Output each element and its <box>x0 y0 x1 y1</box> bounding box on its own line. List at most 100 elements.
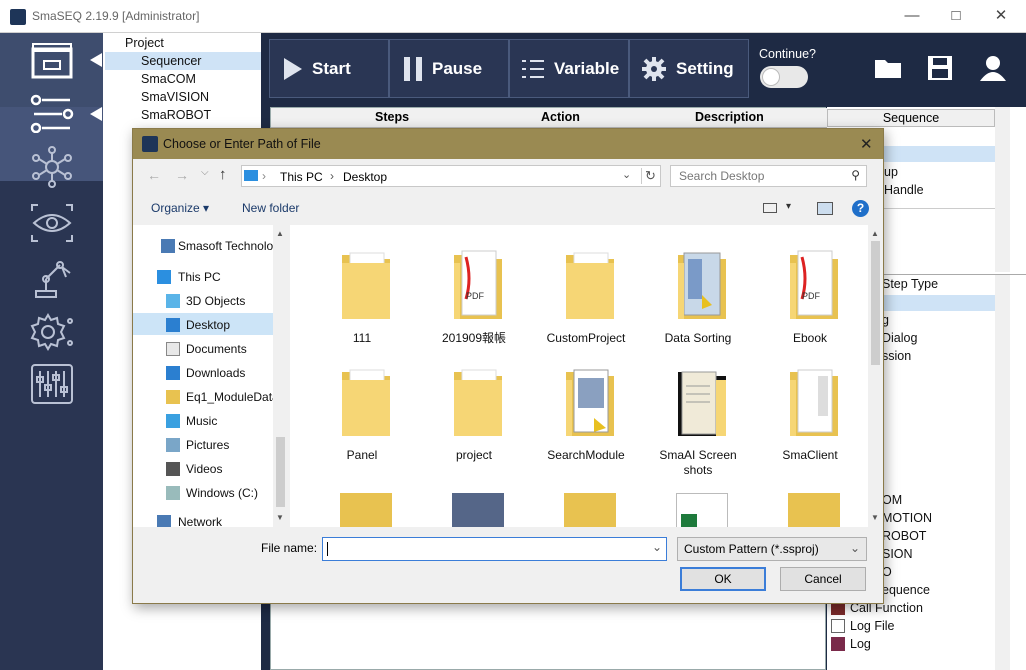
pause-button[interactable]: Pause <box>389 39 509 98</box>
search-input[interactable]: Search Desktop ⚲ <box>670 165 867 187</box>
recent-dropdown-icon[interactable]: ⌵ <box>201 167 209 178</box>
file-name-input[interactable]: ⌄ <box>322 537 667 561</box>
pause-icon <box>404 56 422 81</box>
nav-eq1-moduledata[interactable]: Eq1_ModuleData <box>186 390 273 404</box>
steptype-item-6[interactable]: ROBOT <box>882 529 926 543</box>
view-dropdown-icon[interactable]: ▾ <box>786 201 791 212</box>
back-arrow-icon[interactable]: ← <box>147 167 161 183</box>
steptype-item-2[interactable]: Dialog <box>882 331 917 345</box>
new-folder-button[interactable]: New folder <box>242 201 299 215</box>
organize-button[interactable]: Organize ▾ <box>151 201 209 215</box>
network-hub-icon[interactable] <box>30 146 74 188</box>
continue-toggle[interactable] <box>760 66 808 88</box>
folder-item[interactable]: Panel <box>308 356 416 466</box>
folder-item[interactable]: 111 <box>308 239 416 349</box>
sequence-item-2[interactable]: Handle <box>884 183 924 197</box>
tree-item-smarobot[interactable]: SmaROBOT <box>141 108 211 122</box>
nav-scrollbar[interactable]: ▲ ▼ <box>273 225 288 527</box>
folder-item[interactable]: PDF 201909報帳 <box>420 239 528 349</box>
open-folder-icon[interactable] <box>875 56 903 80</box>
folder-icon <box>790 369 838 436</box>
navigation-pane: Smasoft Technolo This PC 3D Objects Desk… <box>133 225 273 529</box>
scroll-up-icon[interactable]: ▲ <box>871 229 879 238</box>
close-button[interactable]: ✕ <box>991 6 1011 26</box>
tree-item-smacom[interactable]: SmaCOM <box>141 72 196 86</box>
organize-label: Organize <box>151 201 200 215</box>
folder-partial-icon[interactable] <box>564 493 616 527</box>
address-dropdown-icon[interactable]: ⌄ <box>622 168 631 181</box>
address-bar[interactable]: › This PC › Desktop ⌄ ↻ <box>241 165 661 187</box>
folder-label: 201909報帳 <box>441 331 507 345</box>
sequencer-flow-icon[interactable] <box>30 93 74 133</box>
tree-item-project[interactable]: Project <box>125 36 164 50</box>
tree-item-smavision[interactable]: SmaVISION <box>141 90 209 104</box>
vision-eye-icon[interactable] <box>30 203 74 243</box>
settings-gear-icon[interactable] <box>30 311 74 353</box>
dialog-close-button[interactable]: ✕ <box>860 135 873 153</box>
setting-button[interactable]: Setting <box>629 39 749 98</box>
save-icon[interactable] <box>928 56 952 80</box>
left-nav-bar <box>0 33 103 670</box>
folder-item[interactable]: project <box>420 356 528 466</box>
steptype-scrollbar[interactable] <box>995 275 1010 670</box>
steptype-item-7[interactable]: SION <box>882 547 913 561</box>
forward-arrow-icon[interactable]: → <box>175 167 189 183</box>
view-options-icon[interactable] <box>763 203 777 213</box>
path-this-pc[interactable]: This PC <box>280 170 323 184</box>
col-description[interactable]: Description <box>695 110 764 124</box>
folder-item[interactable]: PDF Ebook <box>756 239 864 349</box>
sequence-scrollbar[interactable] <box>995 107 1010 272</box>
folder-partial-icon[interactable] <box>452 493 504 527</box>
folder-partial-icon[interactable] <box>788 493 840 527</box>
folder-item[interactable]: Data Sorting <box>644 239 752 349</box>
help-icon[interactable]: ? <box>852 200 869 217</box>
folder-item[interactable]: SmaAI Screen shots <box>644 356 752 477</box>
scroll-down-icon[interactable]: ▼ <box>871 513 879 522</box>
nav-smasoft[interactable]: Smasoft Technolo <box>178 239 273 253</box>
folder-label: SearchModule <box>547 448 625 462</box>
steptype-item-5[interactable]: MOTION <box>882 511 932 525</box>
up-arrow-icon[interactable]: ↑ <box>219 166 227 183</box>
scroll-down-icon[interactable]: ▼ <box>276 513 284 522</box>
files-scrollbar[interactable]: ▲ ▼ <box>868 225 883 527</box>
steptype-log[interactable]: Log <box>850 637 871 651</box>
folder-item[interactable]: SearchModule <box>532 356 640 466</box>
robot-arm-icon[interactable] <box>30 257 74 299</box>
ok-button[interactable]: OK <box>680 567 766 591</box>
variable-button[interactable]: Variable <box>509 39 629 98</box>
folder-item[interactable]: SmaClient <box>756 356 864 466</box>
nav-scroll-thumb[interactable] <box>276 437 285 507</box>
preview-pane-icon[interactable] <box>817 202 833 215</box>
scroll-up-icon[interactable]: ▲ <box>276 229 284 238</box>
folder-icon <box>566 252 614 319</box>
folder-partial-icon[interactable] <box>340 493 392 527</box>
steptype-item-4[interactable]: OM <box>882 493 902 507</box>
music-icon <box>166 414 180 428</box>
file-manager-icon[interactable] <box>30 41 74 81</box>
user-icon[interactable] <box>980 55 1006 81</box>
col-action[interactable]: Action <box>541 110 580 124</box>
maximize-button[interactable]: □ <box>946 6 966 26</box>
steptype-log-file[interactable]: Log File <box>850 619 894 633</box>
folder-item[interactable]: CustomProject <box>532 239 640 349</box>
documents-icon <box>166 342 180 356</box>
tree-item-sequencer[interactable]: Sequencer <box>141 54 201 68</box>
cancel-button[interactable]: Cancel <box>780 567 866 591</box>
files-scroll-thumb[interactable] <box>871 241 880 365</box>
file-type-select[interactable]: Custom Pattern (*.ssproj) ⌄ <box>677 537 867 561</box>
steptype-item-9[interactable]: equence <box>882 583 930 597</box>
io-panel-icon[interactable] <box>30 363 74 405</box>
col-steps[interactable]: Steps <box>375 110 409 124</box>
file-name-dropdown-icon[interactable]: ⌄ <box>652 540 662 554</box>
log-icon <box>831 637 845 651</box>
refresh-icon[interactable]: ↻ <box>641 168 656 184</box>
sequence-item-1[interactable]: up <box>884 165 898 179</box>
start-button[interactable]: Start <box>269 39 389 98</box>
path-desktop[interactable]: Desktop <box>343 170 387 184</box>
minimize-button[interactable]: — <box>902 6 922 26</box>
excel-file-icon[interactable] <box>676 493 728 527</box>
downloads-icon <box>166 366 180 380</box>
folder-label: SmaClient <box>782 448 838 462</box>
steptype-item-3[interactable]: ssion <box>882 349 911 363</box>
variable-label: Variable <box>554 58 620 78</box>
